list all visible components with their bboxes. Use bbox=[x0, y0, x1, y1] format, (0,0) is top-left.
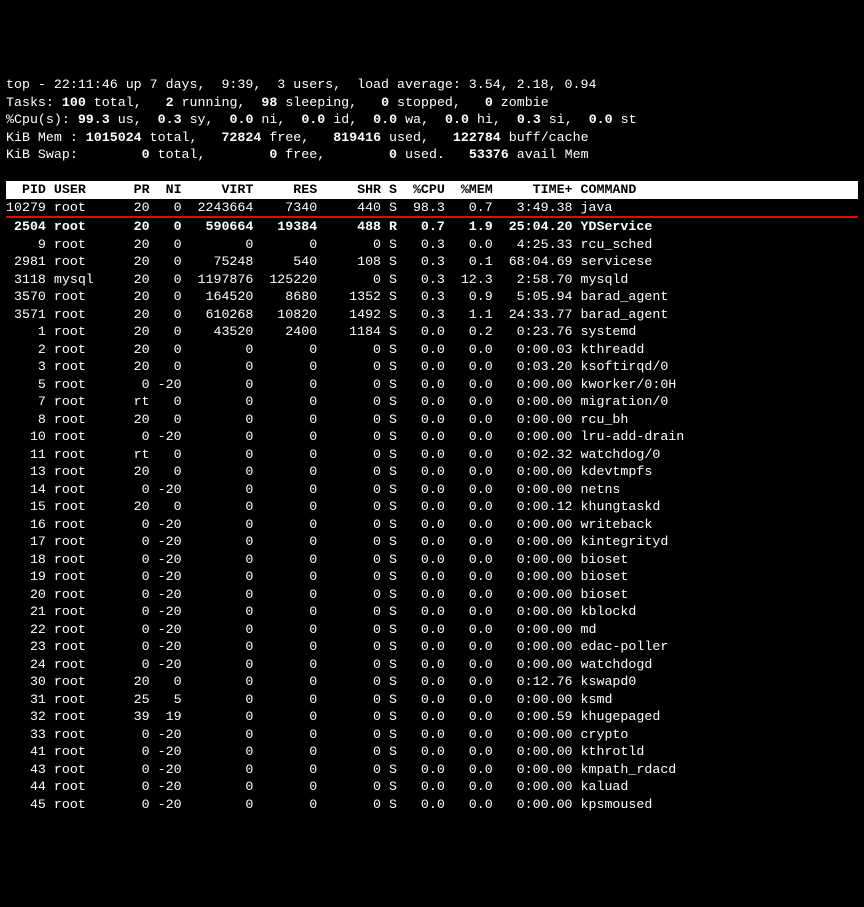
process-row: 15 root 20 0 0 0 0 S 0.0 0.0 0:00.12 khu… bbox=[6, 498, 858, 516]
process-row: 2981 root 20 0 75248 540 108 S 0.3 0.1 6… bbox=[6, 253, 858, 271]
process-row: 8 root 20 0 0 0 0 S 0.0 0.0 0:00.00 rcu_… bbox=[6, 411, 858, 429]
summary-line-tasks: Tasks: 100 total, 2 running, 98 sleeping… bbox=[6, 94, 858, 112]
process-row: 17 root 0 -20 0 0 0 S 0.0 0.0 0:00.00 ki… bbox=[6, 533, 858, 551]
process-row: 5 root 0 -20 0 0 0 S 0.0 0.0 0:00.00 kwo… bbox=[6, 376, 858, 394]
process-row: 3 root 20 0 0 0 0 S 0.0 0.0 0:03.20 ksof… bbox=[6, 358, 858, 376]
summary-line-uptime: top - 22:11:46 up 7 days, 9:39, 3 users,… bbox=[6, 76, 858, 94]
process-row: 14 root 0 -20 0 0 0 S 0.0 0.0 0:00.00 ne… bbox=[6, 481, 858, 499]
process-row: 16 root 0 -20 0 0 0 S 0.0 0.0 0:00.00 wr… bbox=[6, 516, 858, 534]
process-row: 3571 root 20 0 610268 10820 1492 S 0.3 1… bbox=[6, 306, 858, 324]
summary-line-cpu: %Cpu(s): 99.3 us, 0.3 sy, 0.0 ni, 0.0 id… bbox=[6, 111, 858, 129]
process-row: 18 root 0 -20 0 0 0 S 0.0 0.0 0:00.00 bi… bbox=[6, 551, 858, 569]
process-row: 1 root 20 0 43520 2400 1184 S 0.0 0.2 0:… bbox=[6, 323, 858, 341]
process-row: 13 root 20 0 0 0 0 S 0.0 0.0 0:00.00 kde… bbox=[6, 463, 858, 481]
process-row: 23 root 0 -20 0 0 0 S 0.0 0.0 0:00.00 ed… bbox=[6, 638, 858, 656]
process-row: 3570 root 20 0 164520 8680 1352 S 0.3 0.… bbox=[6, 288, 858, 306]
process-row: 22 root 0 -20 0 0 0 S 0.0 0.0 0:00.00 md bbox=[6, 621, 858, 639]
blank-line bbox=[6, 164, 858, 182]
process-row: 32 root 39 19 0 0 0 S 0.0 0.0 0:00.59 kh… bbox=[6, 708, 858, 726]
process-row: 11 root rt 0 0 0 0 S 0.0 0.0 0:02.32 wat… bbox=[6, 446, 858, 464]
summary-line-mem: KiB Mem : 1015024 total, 72824 free, 819… bbox=[6, 129, 858, 147]
process-row: 2 root 20 0 0 0 0 S 0.0 0.0 0:00.03 kthr… bbox=[6, 341, 858, 359]
process-row: 3118 mysql 20 0 1197876 125220 0 S 0.3 1… bbox=[6, 271, 858, 289]
process-row: 31 root 25 5 0 0 0 S 0.0 0.0 0:00.00 ksm… bbox=[6, 691, 858, 709]
process-row: 9 root 20 0 0 0 0 S 0.3 0.0 4:25.33 rcu_… bbox=[6, 236, 858, 254]
process-row: 24 root 0 -20 0 0 0 S 0.0 0.0 0:00.00 wa… bbox=[6, 656, 858, 674]
process-row: 44 root 0 -20 0 0 0 S 0.0 0.0 0:00.00 ka… bbox=[6, 778, 858, 796]
process-row: 41 root 0 -20 0 0 0 S 0.0 0.0 0:00.00 kt… bbox=[6, 743, 858, 761]
process-row: 10 root 0 -20 0 0 0 S 0.0 0.0 0:00.00 lr… bbox=[6, 428, 858, 446]
process-row: 19 root 0 -20 0 0 0 S 0.0 0.0 0:00.00 bi… bbox=[6, 568, 858, 586]
process-row: 7 root rt 0 0 0 0 S 0.0 0.0 0:00.00 migr… bbox=[6, 393, 858, 411]
process-row: 10279 root 20 0 2243664 7340 440 S 98.3 … bbox=[6, 199, 858, 217]
process-row: 33 root 0 -20 0 0 0 S 0.0 0.0 0:00.00 cr… bbox=[6, 726, 858, 744]
summary-line-swap: KiB Swap: 0 total, 0 free, 0 used. 53376… bbox=[6, 146, 858, 164]
process-row: 21 root 0 -20 0 0 0 S 0.0 0.0 0:00.00 kb… bbox=[6, 603, 858, 621]
column-header-row: PID USER PR NI VIRT RES SHR S %CPU %MEM … bbox=[6, 181, 858, 199]
process-row: 45 root 0 -20 0 0 0 S 0.0 0.0 0:00.00 kp… bbox=[6, 796, 858, 814]
process-row: 20 root 0 -20 0 0 0 S 0.0 0.0 0:00.00 bi… bbox=[6, 586, 858, 604]
process-row: 43 root 0 -20 0 0 0 S 0.0 0.0 0:00.00 km… bbox=[6, 761, 858, 779]
top-output: top - 22:11:46 up 7 days, 9:39, 3 users,… bbox=[6, 76, 858, 813]
process-row: 2504 root 20 0 590664 19384 488 R 0.7 1.… bbox=[6, 218, 858, 236]
process-row: 30 root 20 0 0 0 0 S 0.0 0.0 0:12.76 ksw… bbox=[6, 673, 858, 691]
